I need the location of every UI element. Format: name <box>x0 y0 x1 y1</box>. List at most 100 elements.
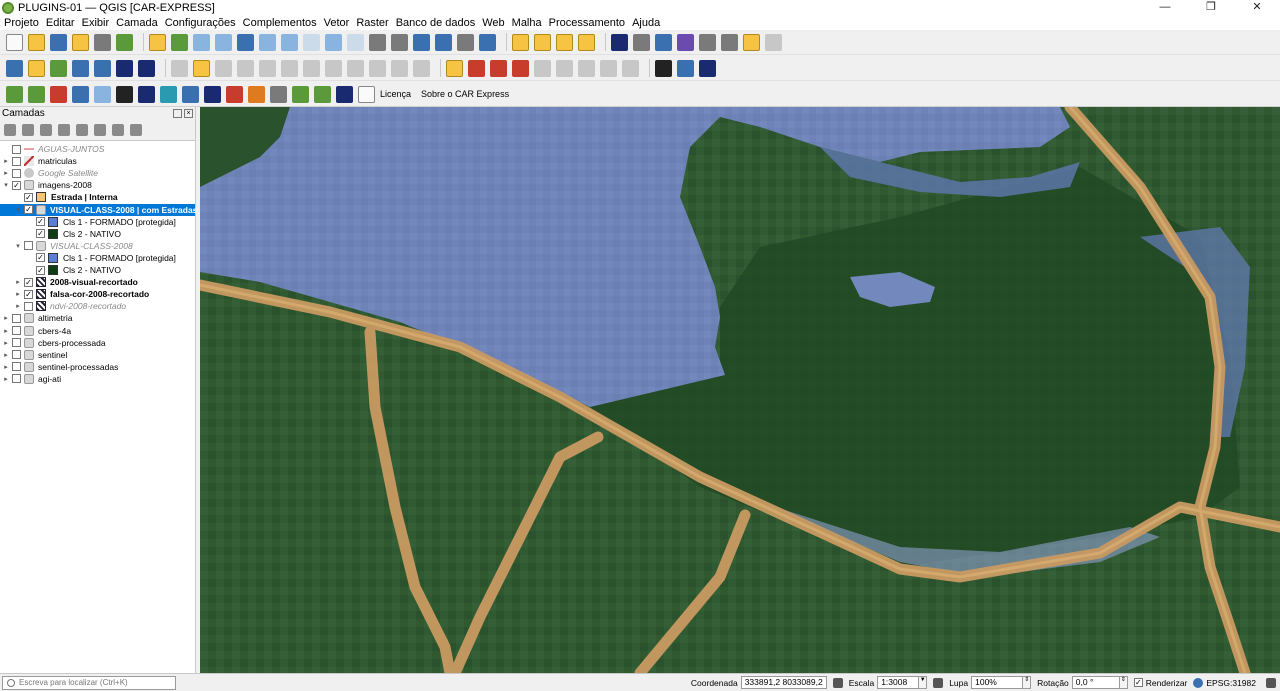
expand-arrow-icon[interactable]: ▾ <box>2 181 10 189</box>
menu-complementos[interactable]: Complementos <box>243 17 317 29</box>
close-panel-icon[interactable]: × <box>184 109 193 118</box>
float-panel-icon[interactable] <box>173 109 182 118</box>
plugin-satellite-icon[interactable] <box>138 85 155 103</box>
zoom-native-icon[interactable] <box>303 33 320 51</box>
data-source-manager-icon[interactable] <box>6 59 23 77</box>
layer-visibility-checkbox[interactable]: ✓ <box>36 253 45 263</box>
plugin-globe-icon[interactable] <box>160 85 177 103</box>
menu-vetor[interactable]: Vetor <box>324 17 350 29</box>
remove-layer-icon[interactable] <box>130 123 142 136</box>
new-geopackage-layer-icon[interactable] <box>28 59 45 77</box>
save-project-icon[interactable] <box>50 33 67 51</box>
layer-visibility-checkbox[interactable]: ✓ <box>36 229 45 239</box>
new-virtual-layer-icon[interactable] <box>94 59 111 77</box>
expand-arrow-icon[interactable]: ▸ <box>14 302 22 310</box>
paste-features-icon[interactable] <box>369 59 386 77</box>
layer-diagram-icon[interactable] <box>468 59 485 77</box>
layer-tree-item[interactable]: ▾ ✓ imagens-2008 <box>0 179 195 191</box>
menu-exibir[interactable]: Exibir <box>82 17 110 29</box>
layer-tree-item[interactable]: ✓ Cls 2 - NATIVO <box>0 264 195 276</box>
temporal-controller-icon[interactable] <box>457 33 474 51</box>
attribute-table-icon[interactable] <box>633 33 650 51</box>
layer-visibility-checkbox[interactable] <box>12 144 21 154</box>
redo-icon[interactable] <box>413 59 430 77</box>
plugin-sun-icon[interactable] <box>248 85 265 103</box>
plugin-arrow-icon[interactable] <box>28 85 45 103</box>
layer-visibility-checkbox[interactable]: ✓ <box>36 265 45 275</box>
toggle-extents-icon[interactable] <box>832 677 843 688</box>
map-tips-icon[interactable] <box>743 33 760 51</box>
layer-tree-item[interactable]: ✓ Cls 1 - FORMADO [protegida] <box>0 216 195 228</box>
layer-tree-item[interactable]: ▸ sentinel <box>0 349 195 361</box>
expand-arrow-icon[interactable]: ▸ <box>14 290 22 298</box>
crs-globe-icon[interactable] <box>1193 677 1204 688</box>
layer-visibility-checkbox[interactable]: ✓ <box>36 217 45 227</box>
layer-visibility-checkbox[interactable] <box>12 326 21 335</box>
layer-visibility-checkbox[interactable]: ✓ <box>24 192 33 202</box>
layer-visibility-checkbox[interactable] <box>12 374 21 384</box>
layer-visibility-checkbox[interactable] <box>12 350 21 360</box>
rotate-label-icon[interactable] <box>556 59 573 77</box>
help-icon[interactable] <box>699 59 716 77</box>
open-table-icon[interactable] <box>699 33 716 51</box>
expand-arrow-icon[interactable]: ▸ <box>2 375 10 383</box>
layer-tree-item[interactable]: ▸ agi-ati <box>0 373 195 385</box>
rotation-field[interactable]: 0,0 ° <box>1071 676 1120 689</box>
field-calculator-icon[interactable] <box>655 33 672 51</box>
expand-arrow-icon[interactable]: ▸ <box>2 327 10 335</box>
zoom-to-selection-icon[interactable] <box>259 33 276 51</box>
digitize-icon[interactable] <box>237 59 254 77</box>
minimize-button[interactable]: — <box>1142 0 1188 15</box>
modify-attributes-icon[interactable] <box>281 59 298 77</box>
show-labels-icon[interactable] <box>512 59 529 77</box>
expand-arrow-icon[interactable]: ▸ <box>2 314 10 322</box>
new-project-icon[interactable] <box>6 33 23 51</box>
about-car-express-button[interactable]: Sobre o CAR Express <box>421 89 509 99</box>
menu-banco-de-dados[interactable]: Banco de dados <box>396 17 476 29</box>
add-raster-layer-icon[interactable] <box>116 59 133 77</box>
render-checkbox[interactable]: ✓ <box>1133 678 1143 687</box>
layer-tree-item[interactable]: ▸ ✓ falsa-cor-2008-recortado <box>0 288 195 300</box>
plugin-car-icon[interactable] <box>655 59 672 77</box>
unpinned-labels-icon[interactable] <box>622 59 639 77</box>
plugin-forest-icon[interactable] <box>314 85 331 103</box>
measure-line-icon[interactable] <box>721 33 738 51</box>
copy-features-icon[interactable] <box>347 59 364 77</box>
layer-styling-icon[interactable] <box>4 123 16 136</box>
plugin-fire-icon[interactable] <box>226 85 243 103</box>
map-canvas[interactable] <box>200 107 1280 673</box>
expand-arrow-icon[interactable]: ▸ <box>14 278 22 286</box>
select-by-value-icon[interactable] <box>534 33 551 51</box>
delete-selected-icon[interactable] <box>303 59 320 77</box>
plugin-tree-icon[interactable] <box>292 85 309 103</box>
layer-tree-item[interactable]: ▾ VISUAL-CLASS-2008 <box>0 240 195 252</box>
plugin-gear-icon[interactable] <box>72 85 89 103</box>
add-group-icon[interactable] <box>22 123 34 136</box>
zoom-out-icon[interactable] <box>215 33 232 51</box>
show-bookmarks-icon[interactable] <box>435 33 452 51</box>
identify-features-icon[interactable] <box>611 33 628 51</box>
filter-legend-icon[interactable] <box>58 123 70 136</box>
layer-visibility-checkbox[interactable]: ✓ <box>12 180 21 190</box>
plugin-target-icon[interactable] <box>204 85 221 103</box>
change-label-icon[interactable] <box>578 59 595 77</box>
plugin-eye-icon[interactable] <box>116 85 133 103</box>
new-shapefile-layer-icon[interactable] <box>50 59 67 77</box>
layer-tree-item[interactable]: ▸ ndvi-2008-recortado <box>0 300 195 312</box>
label-properties-icon[interactable] <box>600 59 617 77</box>
deselect-features-icon[interactable] <box>556 33 573 51</box>
layer-visibility-checkbox[interactable] <box>24 301 33 311</box>
plugin-map-icon[interactable] <box>6 85 23 103</box>
manage-visibility-eye-icon[interactable] <box>40 123 52 136</box>
layout-manager-icon[interactable] <box>94 33 111 51</box>
new-print-layout-icon[interactable] <box>72 33 89 51</box>
maximize-button[interactable]: ❐ <box>1188 0 1234 15</box>
crs-value[interactable]: EPSG:31982 <box>1206 678 1256 688</box>
coordinate-field[interactable]: 333891,2 8033089,2 <box>740 676 827 689</box>
plugin-landscape-icon[interactable] <box>270 85 287 103</box>
bookmark-icon[interactable] <box>413 33 430 51</box>
layer-tree-item[interactable]: ✓ Cls 2 - NATIVO <box>0 228 195 240</box>
plugin-circle-icon[interactable] <box>358 85 375 103</box>
layer-tree-item[interactable]: ▸ cbers-processada <box>0 337 195 349</box>
menu-projeto[interactable]: Projeto <box>4 17 39 29</box>
